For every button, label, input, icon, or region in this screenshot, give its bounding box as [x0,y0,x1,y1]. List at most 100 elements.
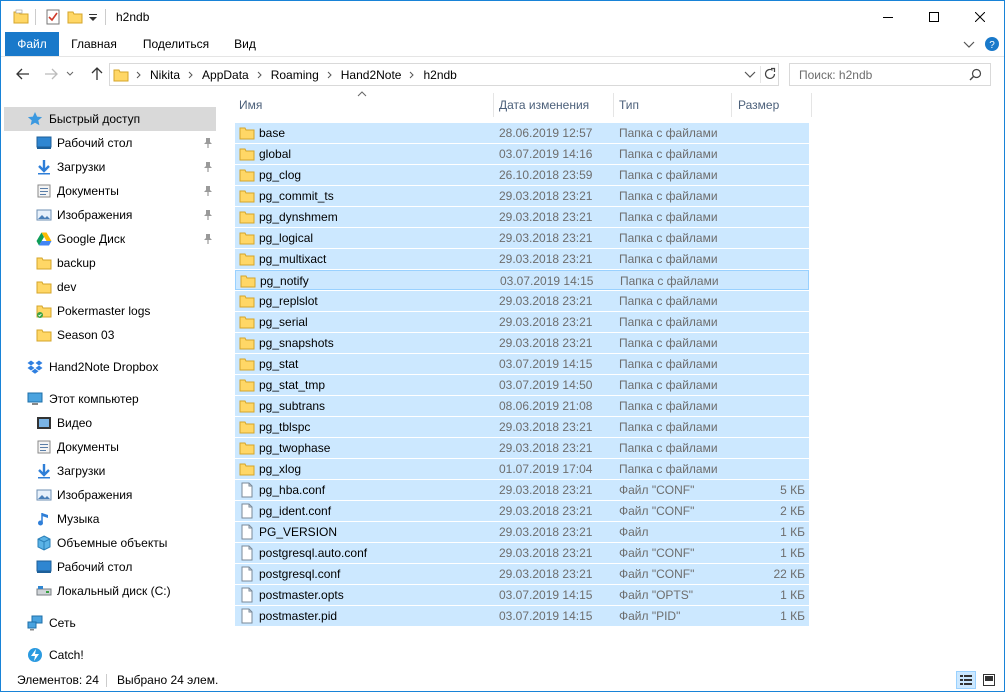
tab-file[interactable]: Файл [5,32,59,56]
file-row[interactable]: pg_hba.conf 29.03.2018 23:21 Файл "CONF" 5 … [235,480,809,500]
breadcrumb-item[interactable]: Nikita [146,68,184,82]
file-row[interactable]: global 03.07.2019 14:16 Папка с файлами [235,144,809,164]
file-row[interactable]: pg_stat_tmp 03.07.2019 14:50 Папка с файла… [235,375,809,395]
column-divider[interactable] [493,93,494,117]
close-button[interactable] [957,1,1003,32]
column-header-size[interactable]: Размер [738,91,808,119]
chevron-right-icon[interactable] [132,64,146,85]
forward-button[interactable] [40,64,62,84]
recent-locations-button[interactable] [63,64,77,84]
file-row[interactable]: postgresql.conf 29.03.2018 23:21 Файл "CON… [235,564,809,584]
nav-item[interactable]: Локальный диск (C:) [4,579,216,603]
file-row[interactable]: postmaster.opts 03.07.2019 14:15 Файл "OPT… [235,585,809,605]
nav-item[interactable]: Видео [4,411,216,435]
nav-catch[interactable]: Catch! [4,643,216,667]
column-divider[interactable] [811,93,812,117]
nav-this-pc[interactable]: Этот компьютер [4,387,216,411]
new-folder-icon[interactable] [67,8,83,26]
breadcrumb-item[interactable]: Hand2Note [337,68,406,82]
address-history-button[interactable] [744,69,756,83]
tab-home[interactable]: Главная [63,32,125,56]
column-divider[interactable] [613,93,614,117]
nav-dropbox[interactable]: Hand2Note Dropbox [4,355,216,379]
file-name: pg_multixact [259,252,327,266]
chevron-right-icon[interactable] [405,64,419,85]
file-row[interactable]: pg_twophase 29.03.2018 23:21 Папка с файла… [235,438,809,458]
file-row[interactable]: pg_stat 03.07.2019 14:15 Папка с файлами [235,354,809,374]
file-row[interactable]: pg_replslot 29.03.2018 23:21 Папка с файла… [235,291,809,311]
file-row[interactable]: pg_multixact 29.03.2018 23:21 Папка с файл… [235,249,809,269]
nav-item[interactable]: Pokermaster logs [4,299,216,323]
file-row[interactable]: postgresql.auto.conf 29.03.2018 23:21 Файл… [235,543,809,563]
file-row[interactable]: pg_tblspc 29.03.2018 23:21 Папка с файлами [235,417,809,437]
breadcrumb-item[interactable]: AppData [198,68,253,82]
pin-icon[interactable] [202,185,214,197]
file-row[interactable]: pg_dynshmem 29.03.2018 23:21 Папка с файла… [235,207,809,227]
nav-item[interactable]: backup [4,251,216,275]
help-icon[interactable]: ? [984,36,1000,55]
file-row[interactable]: pg_subtrans 08.06.2019 21:08 Папка с файла… [235,396,809,416]
maximize-button[interactable] [911,1,957,32]
file-date: 29.03.2018 23:21 [499,231,593,245]
search-input[interactable]: Поиск: h2ndb [789,63,991,86]
documents-icon [36,439,52,455]
nav-item[interactable]: Рабочий стол [4,131,216,155]
nav-item[interactable]: Документы [4,435,216,459]
nav-item[interactable]: Документы [4,179,216,203]
file-row[interactable]: pg_commit_ts 29.03.2018 23:21 Папка с файл… [235,186,809,206]
file-row[interactable]: pg_serial 29.03.2018 23:21 Папка с файлами [235,312,809,332]
nav-item[interactable]: Объемные объекты [4,531,216,555]
column-header-type[interactable]: Тип [619,91,731,119]
svg-text:?: ? [989,40,995,51]
column-header-name[interactable]: Имя [239,91,491,119]
details-view-button[interactable] [956,671,976,689]
properties-icon[interactable] [45,8,61,26]
nav-item[interactable]: Рабочий стол [4,555,216,579]
file-row[interactable]: pg_logical 29.03.2018 23:21 Папка с файлам… [235,228,809,248]
pin-icon[interactable] [202,233,214,245]
breadcrumb-item[interactable]: h2ndb [419,68,460,82]
nav-item[interactable]: Музыка [4,507,216,531]
nav-item[interactable]: Изображения [4,203,216,227]
pin-icon[interactable] [202,137,214,149]
breadcrumb-item[interactable]: Roaming [267,68,323,82]
back-button[interactable] [12,64,34,84]
nav-item[interactable]: Изображения [4,483,216,507]
file-icon [239,482,255,498]
chevron-right-icon[interactable] [253,64,267,85]
nav-item[interactable]: Загрузки [4,155,216,179]
search-icon[interactable] [969,68,982,84]
nav-item[interactable]: dev [4,275,216,299]
address-bar[interactable]: Nikita AppData Roaming Hand2Note h2ndb [109,63,779,86]
pin-icon[interactable] [202,161,214,173]
file-row[interactable]: pg_notify 03.07.2019 14:15 Папка с файлами [235,270,809,290]
file-row[interactable]: pg_ident.conf 29.03.2018 23:21 Файл "CONF"… [235,501,809,521]
nav-quick-access[interactable]: Быстрый доступ [4,107,216,131]
minimize-button[interactable] [865,1,911,32]
file-row[interactable]: pg_snapshots 29.03.2018 23:21 Папка с файл… [235,333,809,353]
column-divider[interactable] [731,93,732,117]
column-header-date[interactable]: Дата изменения [499,91,613,119]
nav-item[interactable]: Загрузки [4,459,216,483]
file-row[interactable]: pg_clog 26.10.2018 23:59 Папка с файлами [235,165,809,185]
file-size: 1 КБ [780,525,805,539]
file-row[interactable]: postmaster.pid 03.07.2019 14:15 Файл "PID"… [235,606,809,626]
nav-network[interactable]: Сеть [4,611,216,635]
up-button[interactable] [86,64,108,84]
customize-qa-icon[interactable] [88,8,98,26]
file-row[interactable]: pg_xlog 01.07.2019 17:04 Папка с файлами [235,459,809,479]
nav-item[interactable]: Season 03 [4,323,216,347]
tab-view[interactable]: Вид [227,32,263,56]
refresh-button[interactable] [763,67,777,84]
folder-icon [239,146,255,162]
expand-ribbon-icon[interactable] [963,39,975,53]
large-icons-view-button[interactable] [979,671,999,689]
tab-share[interactable]: Поделиться [135,32,217,56]
chevron-right-icon[interactable] [184,64,198,85]
file-row[interactable]: base 28.06.2019 12:57 Папка с файлами [235,123,809,143]
pin-icon[interactable] [202,209,214,221]
nav-label: Видео [57,416,93,430]
nav-item[interactable]: Google Диск [4,227,216,251]
chevron-right-icon[interactable] [323,64,337,85]
file-row[interactable]: PG_VERSION 29.03.2018 23:21 Файл 1 КБ [235,522,809,542]
